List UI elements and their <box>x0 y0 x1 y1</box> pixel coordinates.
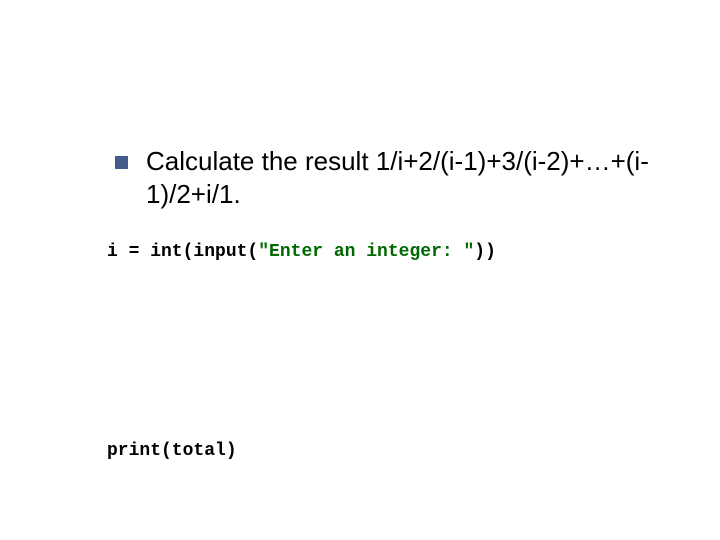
code-string-literal: "Enter an integer: " <box>258 242 474 262</box>
code-line-1: i = int(input("Enter an integer: ")) <box>107 240 496 264</box>
code-line-2: print(total) <box>107 439 496 463</box>
code-prefix: i = int(input( <box>107 242 258 262</box>
code-suffix: )) <box>474 242 496 262</box>
bullet-text: Calculate the result 1/i+2/(i-1)+3/(i-2)… <box>146 145 655 212</box>
code-block: i = int(input("Enter an integer: ")) pri… <box>107 240 496 464</box>
bullet-list: Calculate the result 1/i+2/(i-1)+3/(i-2)… <box>115 145 655 212</box>
bullet-item: Calculate the result 1/i+2/(i-1)+3/(i-2)… <box>115 145 655 212</box>
square-bullet-icon <box>115 156 128 169</box>
